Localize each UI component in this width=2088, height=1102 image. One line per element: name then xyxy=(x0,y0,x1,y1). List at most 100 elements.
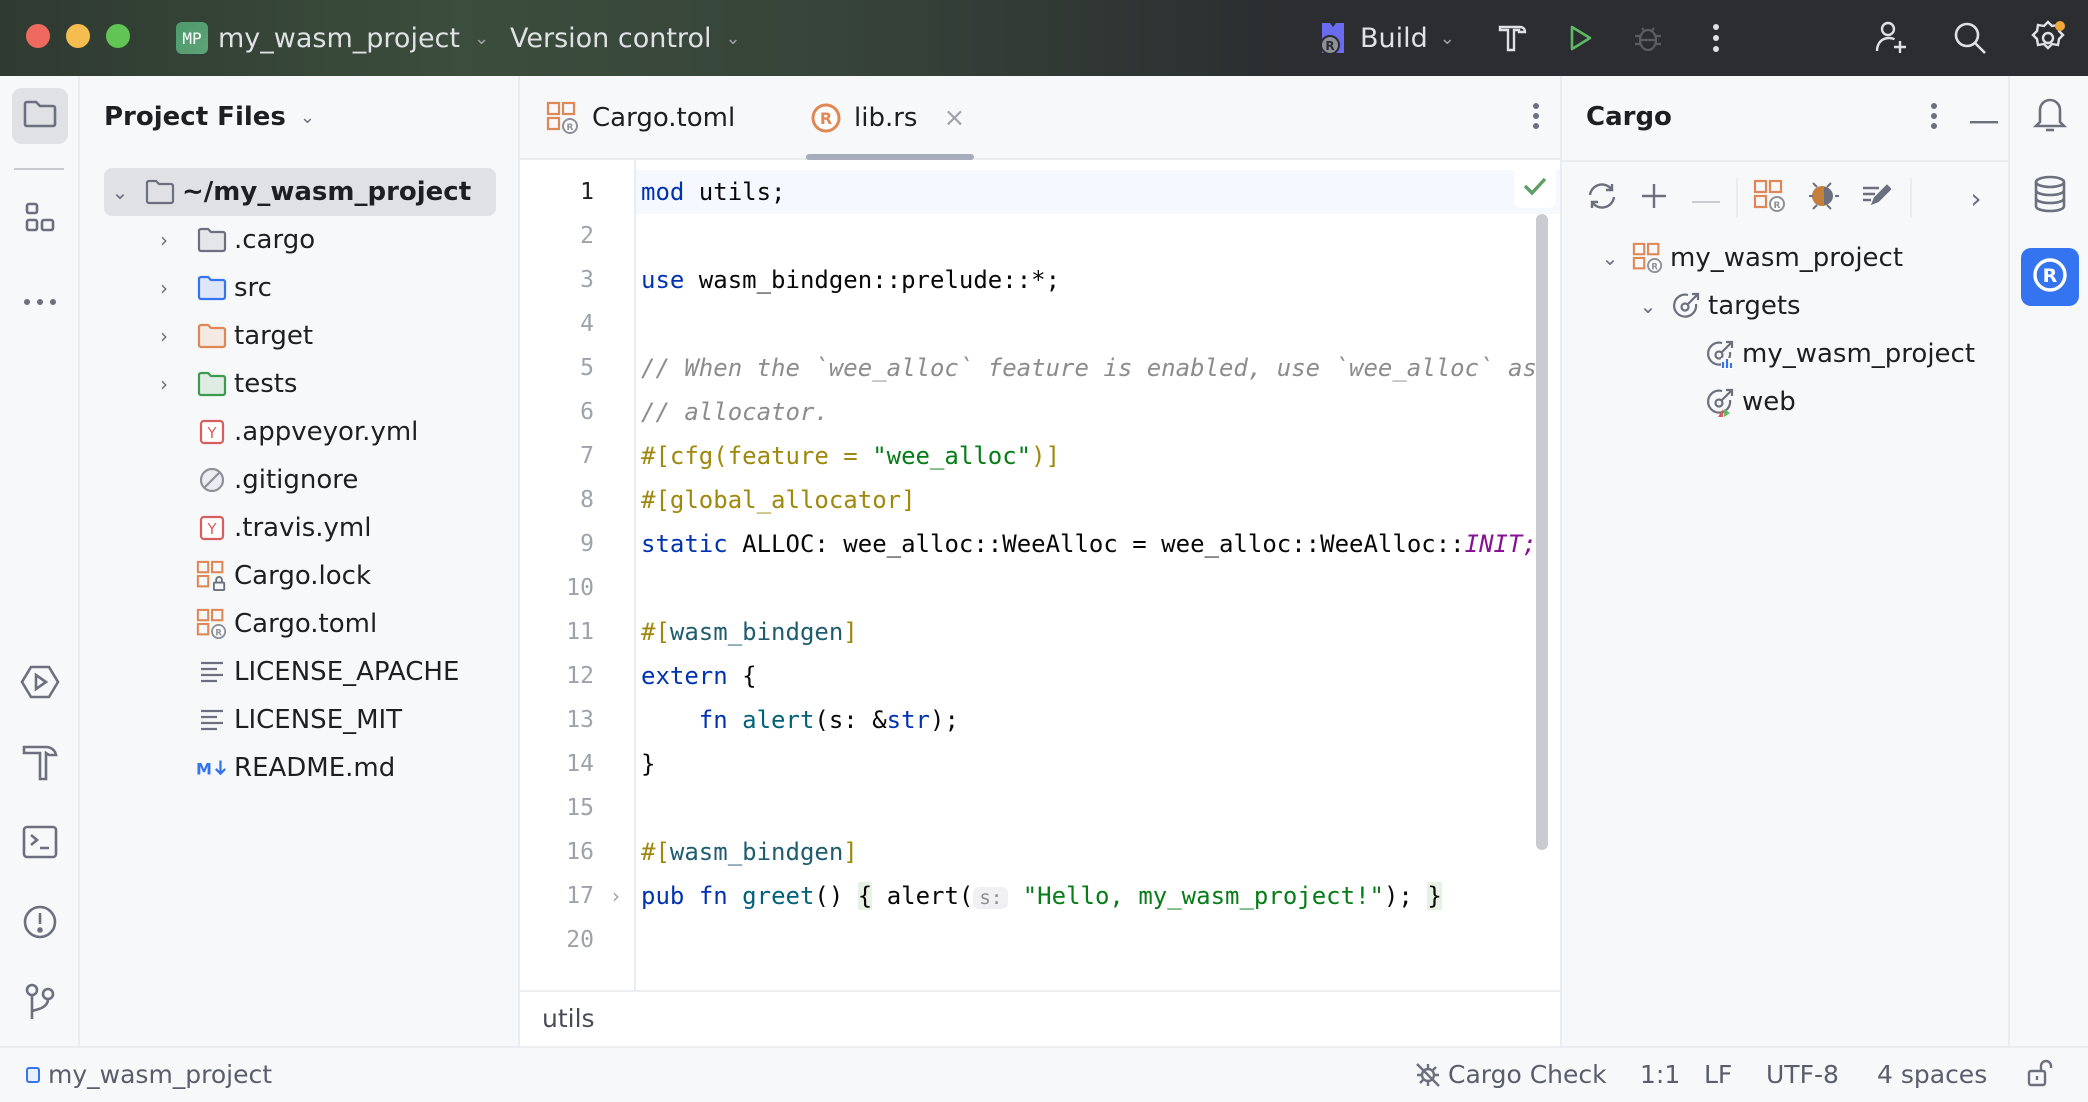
chevron-right-icon: › xyxy=(1970,181,1982,215)
breadcrumb-item[interactable]: utils xyxy=(542,1004,595,1033)
toolbar-divider xyxy=(1910,178,1912,218)
tree-item[interactable]: .gitignore xyxy=(80,456,520,504)
file-encoding[interactable]: UTF-8 xyxy=(1766,1060,1839,1089)
toolbar-divider xyxy=(1736,178,1738,218)
left-tool-strip xyxy=(0,76,80,1046)
run-icon[interactable] xyxy=(1558,16,1602,60)
git-tool-button[interactable] xyxy=(12,976,68,1032)
close-tab-icon[interactable]: × xyxy=(943,103,965,133)
more-tools-button[interactable] xyxy=(12,272,68,328)
code-line-16: #[wasm_bindgen] xyxy=(641,838,858,866)
tree-item[interactable]: Y .appveyor.yml xyxy=(80,408,520,456)
add-user-icon[interactable] xyxy=(1870,16,1914,60)
expand-toolbar-button[interactable]: › xyxy=(1954,176,1998,220)
tree-item[interactable]: › src xyxy=(80,264,520,312)
cargo-check-widget[interactable]: Cargo Check xyxy=(1414,1060,1607,1089)
hammer-icon[interactable] xyxy=(1490,16,1534,60)
tab-cargo-toml[interactable]: R Cargo.toml xyxy=(546,76,735,160)
line-number: 8 xyxy=(580,487,594,513)
inspection-ok-icon[interactable] xyxy=(1514,164,1556,208)
cargo-tool-button[interactable]: R xyxy=(2021,248,2079,306)
folder-icon xyxy=(22,99,58,133)
cargo-tree-targets[interactable]: ⌄ targets xyxy=(1636,282,1801,330)
problems-tool-button[interactable] xyxy=(12,896,68,952)
status-project[interactable]: my_wasm_project xyxy=(26,1060,272,1089)
line-number: 20 xyxy=(566,927,594,953)
status-project-label: my_wasm_project xyxy=(48,1060,273,1089)
run-cargo-command-button[interactable]: R xyxy=(1748,176,1792,220)
gitignore-file-icon xyxy=(196,464,228,496)
remove-button[interactable] xyxy=(1684,176,1728,220)
tree-item[interactable]: Y .travis.yml xyxy=(80,504,520,552)
chevron-down-icon: ⌄ xyxy=(111,180,129,204)
remove-icon xyxy=(1692,189,1720,208)
tree-item-label: tests xyxy=(234,369,298,399)
run-config-selector[interactable]: R Build ⌄ xyxy=(1318,18,1455,58)
database-button[interactable] xyxy=(2022,168,2078,224)
vcs-label: Version control xyxy=(510,22,712,54)
svg-text:Y: Y xyxy=(206,424,217,442)
chevron-right-icon[interactable]: › xyxy=(152,324,176,348)
panel-title: Cargo xyxy=(1586,102,1672,132)
tree-item[interactable]: › .cargo xyxy=(80,216,520,264)
tree-item[interactable]: › target xyxy=(80,312,520,360)
tree-item[interactable]: R Cargo.toml xyxy=(80,600,520,648)
edit-settings-button[interactable] xyxy=(1854,176,1898,220)
project-selector[interactable]: MP my_wasm_project ⌄ xyxy=(176,18,489,58)
run-icon xyxy=(20,664,60,704)
tree-item[interactable]: LICENSE_MIT xyxy=(80,696,520,744)
tree-item[interactable]: › tests xyxy=(80,360,520,408)
search-icon[interactable] xyxy=(1948,16,1992,60)
settings-icon[interactable] xyxy=(2026,16,2070,60)
cargo-options-button[interactable] xyxy=(1914,98,1954,138)
cargo-tree-project[interactable]: ⌄ R my_wasm_project xyxy=(1598,234,1903,282)
code-line-11: #[wasm_bindgen] xyxy=(641,618,858,646)
maximize-window-button[interactable] xyxy=(106,24,130,48)
vertical-scrollbar[interactable] xyxy=(1536,214,1548,850)
hide-panel-button[interactable] xyxy=(1964,98,2004,138)
project-view-selector[interactable]: Project Files ⌄ xyxy=(104,102,315,132)
cargo-target-item[interactable]: web xyxy=(1704,378,1796,426)
project-tool-button[interactable] xyxy=(12,88,68,144)
svg-text:M: M xyxy=(196,760,212,779)
tree-item[interactable]: LICENSE_APACHE xyxy=(80,648,520,696)
add-button[interactable] xyxy=(1632,176,1676,220)
caret-position[interactable]: 1:1 xyxy=(1640,1060,1680,1089)
run-tool-button[interactable] xyxy=(12,656,68,712)
more-icon[interactable] xyxy=(1694,16,1738,60)
version-control-menu[interactable]: Version control ⌄ xyxy=(510,18,741,58)
fold-expand-icon[interactable]: › xyxy=(612,874,620,918)
close-window-button[interactable] xyxy=(26,24,50,48)
indent-setting[interactable]: 4 spaces xyxy=(1877,1060,1987,1089)
svg-text:Y: Y xyxy=(206,520,217,538)
line-separator[interactable]: LF xyxy=(1704,1060,1732,1089)
debug-toggle-button[interactable] xyxy=(1802,176,1846,220)
refresh-icon xyxy=(1585,181,1619,215)
right-tool-strip: R xyxy=(2008,76,2088,1046)
tree-item[interactable]: Cargo.lock xyxy=(80,552,520,600)
problems-icon xyxy=(22,904,58,944)
tab-label: Cargo.toml xyxy=(592,103,736,133)
structure-icon xyxy=(23,201,57,239)
chevron-right-icon[interactable]: › xyxy=(152,228,176,252)
code-line-14: } xyxy=(641,750,656,778)
minimize-window-button[interactable] xyxy=(66,24,90,48)
tab-options-button[interactable] xyxy=(1516,98,1556,138)
refresh-button[interactable] xyxy=(1580,176,1624,220)
status-bar: my_wasm_project Cargo Check 1:1 LF UTF-8… xyxy=(0,1046,2088,1102)
notifications-button[interactable] xyxy=(2022,88,2078,144)
cargo-target-item[interactable]: my_wasm_project xyxy=(1704,330,1975,378)
debug-icon[interactable] xyxy=(1626,16,1670,60)
yaml-file-icon: Y xyxy=(196,512,228,544)
chevron-right-icon[interactable]: › xyxy=(152,276,176,300)
tree-item[interactable]: M README.md xyxy=(80,744,520,792)
tree-root[interactable]: ⌄ ~/my_wasm_project xyxy=(104,168,496,216)
tab-lib-rs[interactable]: R lib.rs × xyxy=(810,76,965,160)
unlock-icon xyxy=(2026,1059,2054,1094)
readonly-toggle[interactable] xyxy=(2026,1058,2054,1094)
terminal-tool-button[interactable] xyxy=(12,816,68,872)
structure-tool-button[interactable] xyxy=(12,192,68,248)
chevron-right-icon[interactable]: › xyxy=(152,372,176,396)
module-icon xyxy=(26,1066,40,1083)
build-tool-button[interactable] xyxy=(12,736,68,792)
